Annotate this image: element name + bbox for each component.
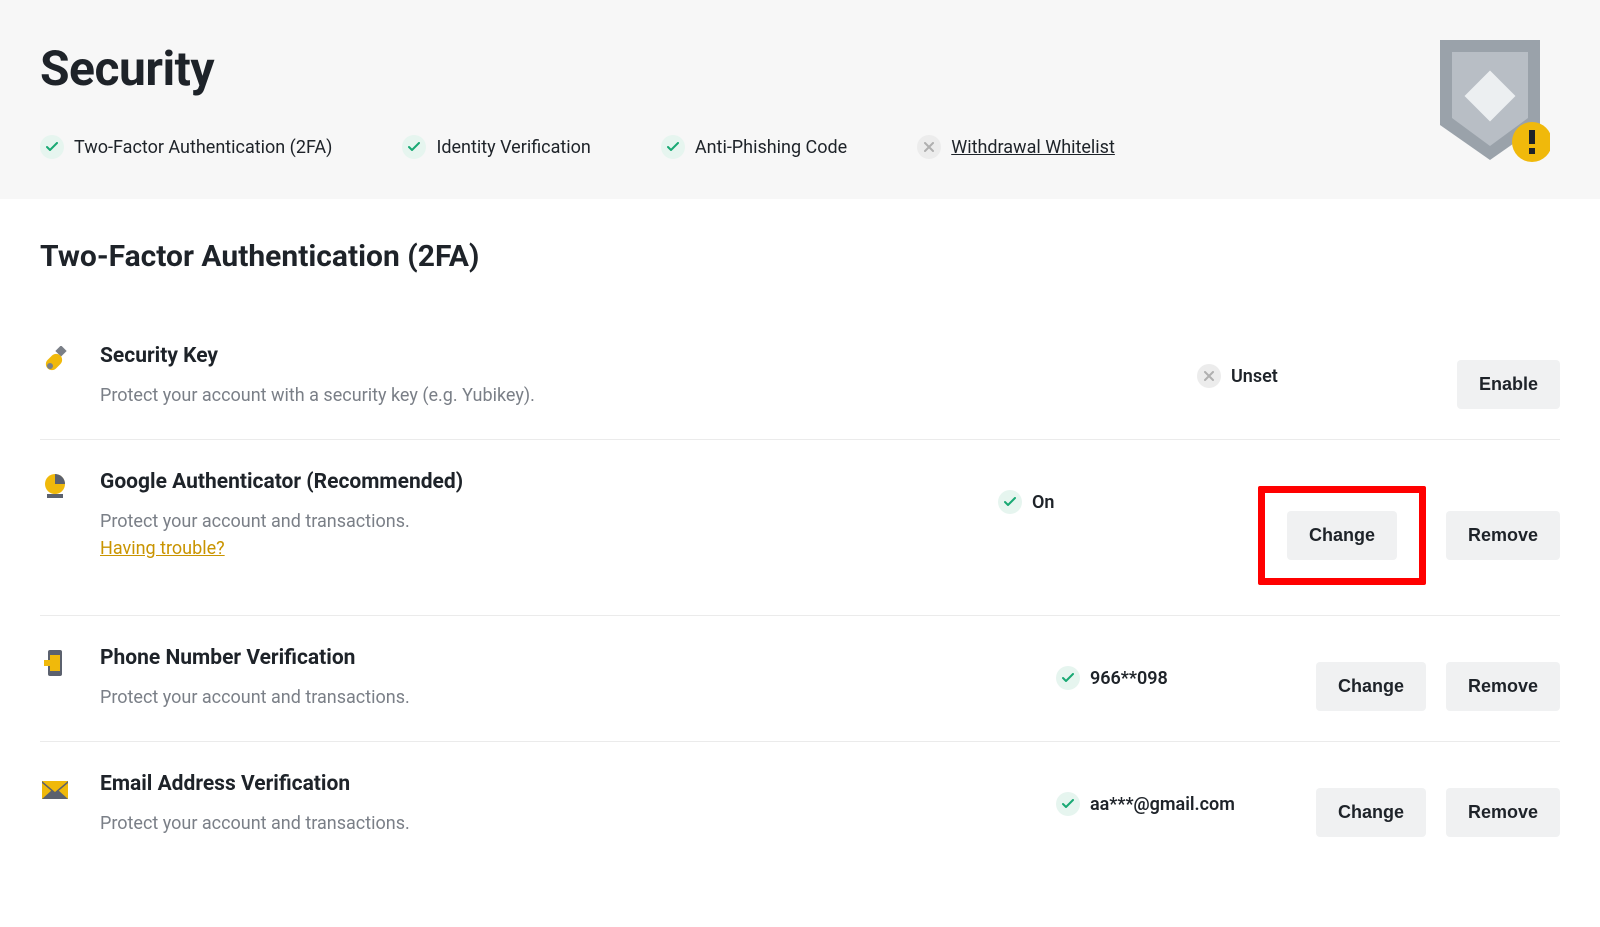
row-title: Google Authenticator (Recommended) bbox=[100, 470, 998, 494]
row-email-verification: Email Address Verification Protect your … bbox=[40, 742, 1560, 867]
authenticator-icon bbox=[40, 470, 80, 502]
status-2fa: Two-Factor Authentication (2FA) bbox=[40, 135, 332, 159]
change-button[interactable]: Change bbox=[1316, 788, 1426, 837]
x-icon bbox=[917, 135, 941, 159]
remove-button[interactable]: Remove bbox=[1446, 662, 1560, 711]
check-icon bbox=[998, 490, 1022, 514]
content-area: Two-Factor Authentication (2FA) Security… bbox=[0, 199, 1600, 927]
check-icon bbox=[1056, 666, 1080, 690]
row-phone-verification: Phone Number Verification Protect your a… bbox=[40, 616, 1560, 742]
row-google-authenticator: Google Authenticator (Recommended) Prote… bbox=[40, 440, 1560, 616]
row-title: Security Key bbox=[100, 344, 1197, 368]
status-row: Two-Factor Authentication (2FA) Identity… bbox=[40, 135, 1560, 159]
check-icon bbox=[402, 135, 426, 159]
row-security-key: Security Key Protect your account with a… bbox=[40, 314, 1560, 440]
security-header: Security Two-Factor Authentication (2FA)… bbox=[0, 0, 1600, 199]
check-icon bbox=[661, 135, 685, 159]
change-button[interactable]: Change bbox=[1316, 662, 1426, 711]
status-identity: Identity Verification bbox=[402, 135, 590, 159]
status-label: Two-Factor Authentication (2FA) bbox=[74, 137, 332, 158]
status-text: aa***@gmail.com bbox=[1090, 794, 1235, 815]
row-status: 966**098 bbox=[1056, 646, 1316, 690]
phone-icon bbox=[40, 646, 80, 678]
status-text: On bbox=[1032, 492, 1054, 513]
status-withdrawal-whitelist[interactable]: Withdrawal Whitelist bbox=[917, 135, 1115, 159]
row-status: aa***@gmail.com bbox=[1056, 772, 1316, 816]
remove-button[interactable]: Remove bbox=[1446, 788, 1560, 837]
check-icon bbox=[1056, 792, 1080, 816]
status-label: Anti-Phishing Code bbox=[695, 137, 847, 158]
change-button[interactable]: Change bbox=[1287, 511, 1397, 560]
x-icon bbox=[1197, 364, 1221, 388]
row-status: On bbox=[998, 470, 1258, 514]
email-icon bbox=[40, 772, 80, 804]
security-key-icon bbox=[40, 344, 80, 376]
row-title: Phone Number Verification bbox=[100, 646, 1056, 670]
enable-button[interactable]: Enable bbox=[1457, 360, 1560, 409]
security-shield-icon bbox=[1430, 30, 1550, 165]
row-desc: Protect your account with a security key… bbox=[100, 382, 1197, 409]
status-anti-phishing: Anti-Phishing Code bbox=[661, 135, 847, 159]
row-desc: Protect your account and transactions. bbox=[100, 684, 1056, 711]
status-text: 966**098 bbox=[1090, 668, 1168, 689]
status-label: Identity Verification bbox=[436, 137, 590, 158]
having-trouble-link[interactable]: Having trouble? bbox=[100, 538, 225, 559]
row-desc: Protect your account and transactions. bbox=[100, 810, 1056, 837]
check-icon bbox=[40, 135, 64, 159]
page-title: Security bbox=[40, 40, 1560, 97]
row-status: Unset bbox=[1197, 344, 1457, 388]
remove-button[interactable]: Remove bbox=[1446, 511, 1560, 560]
row-desc: Protect your account and transactions. H… bbox=[100, 508, 998, 562]
highlight-box: Change bbox=[1258, 486, 1426, 585]
status-text: Unset bbox=[1231, 366, 1278, 387]
status-link[interactable]: Withdrawal Whitelist bbox=[951, 137, 1115, 158]
row-title: Email Address Verification bbox=[100, 772, 1056, 796]
section-title-2fa: Two-Factor Authentication (2FA) bbox=[40, 239, 1560, 274]
